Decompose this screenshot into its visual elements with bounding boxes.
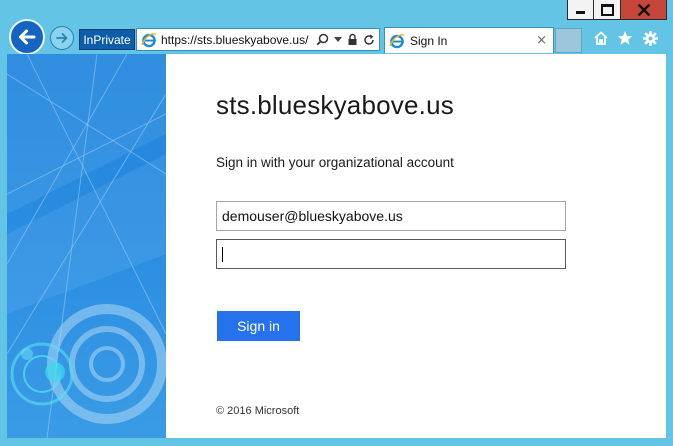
back-button[interactable] xyxy=(9,19,45,55)
minimize-icon xyxy=(576,11,585,14)
copyright-footer: © 2016 Microsoft xyxy=(216,405,300,417)
search-icon[interactable] xyxy=(316,33,329,46)
username-field[interactable]: demouser@blueskyabove.us xyxy=(216,201,566,231)
tab-title: Sign In xyxy=(410,33,448,48)
home-button[interactable] xyxy=(592,29,610,47)
close-button[interactable] xyxy=(621,0,667,20)
sign-in-illustration xyxy=(7,54,166,438)
dropdown-icon[interactable] xyxy=(334,36,342,43)
refresh-icon[interactable] xyxy=(363,34,375,46)
close-icon xyxy=(637,3,650,16)
back-icon xyxy=(19,29,36,45)
illustration-graphic xyxy=(7,54,166,438)
text-caret xyxy=(222,246,223,262)
sign-in-instructions: Sign in with your organizational account xyxy=(216,155,454,170)
forward-button[interactable] xyxy=(50,26,74,50)
ie-tab-icon xyxy=(389,33,405,48)
favorites-icon xyxy=(617,31,633,45)
tab-sign-in[interactable]: Sign In × xyxy=(384,27,554,53)
address-bar[interactable]: https://sts.blueskyabove.us/ xyxy=(136,28,380,51)
home-icon xyxy=(594,31,608,45)
inprivate-badge[interactable]: InPrivate xyxy=(79,29,135,50)
favorites-button[interactable] xyxy=(616,29,634,47)
sign-in-button[interactable]: Sign in xyxy=(217,311,300,341)
ie-logo-icon xyxy=(141,32,157,47)
maximize-icon xyxy=(600,3,614,16)
password-field[interactable] xyxy=(216,239,566,269)
page-content: sts.blueskyabove.us Sign in with your or… xyxy=(7,54,666,438)
browser-window: InPrivate https://sts.blueskyabove.us/ S… xyxy=(0,0,673,446)
new-tab-button[interactable] xyxy=(555,28,582,53)
address-url[interactable]: https://sts.blueskyabove.us/ xyxy=(161,33,311,47)
settings-button[interactable] xyxy=(641,29,659,47)
page-title: sts.blueskyabove.us xyxy=(216,90,454,120)
minimize-button[interactable] xyxy=(567,0,594,20)
forward-icon xyxy=(56,33,68,43)
tab-close-icon[interactable]: × xyxy=(536,33,547,48)
maximize-button[interactable] xyxy=(594,0,621,20)
lock-icon[interactable] xyxy=(347,33,358,46)
settings-icon xyxy=(642,30,658,46)
